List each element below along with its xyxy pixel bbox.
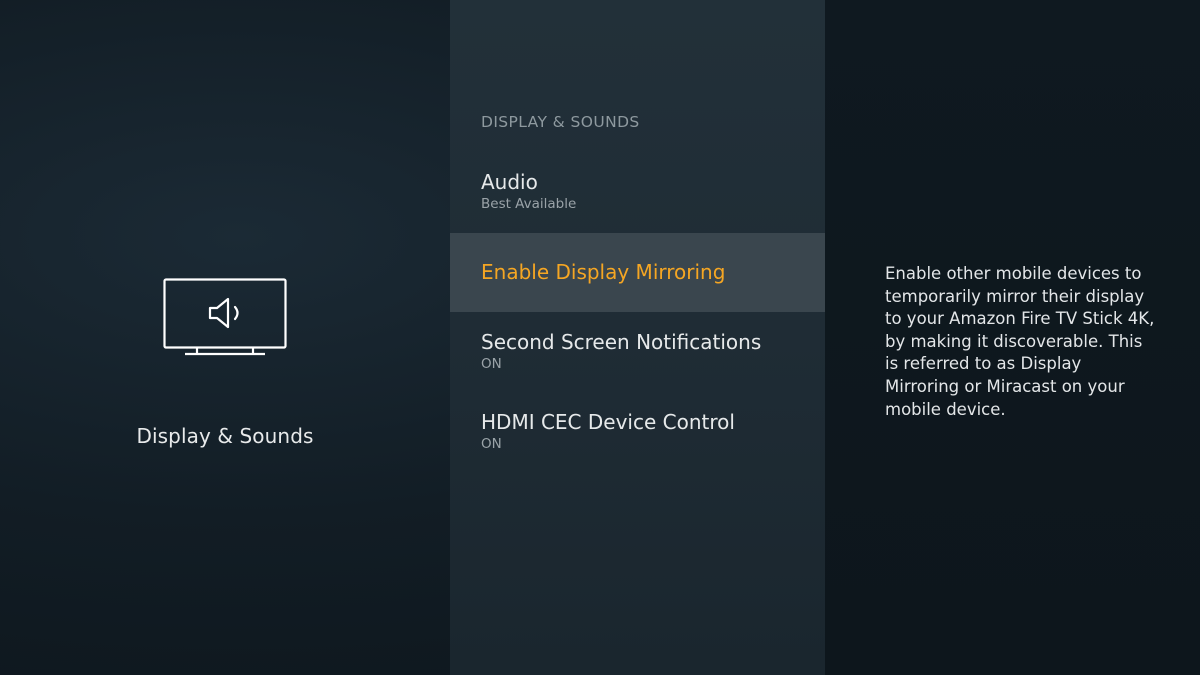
menu-item-subtitle: ON — [481, 356, 502, 372]
menu-item-subtitle: Best Available — [481, 196, 577, 212]
menu-item-subtitle: ON — [481, 436, 502, 452]
menu-item-title: Enable Display Mirroring — [481, 260, 726, 284]
settings-menu: DISPLAY & SOUNDS Audio Best Available En… — [450, 0, 825, 675]
menu-item-hdmi-cec-device-control[interactable]: HDMI CEC Device Control ON — [450, 410, 825, 466]
category-panel: Display & Sounds — [0, 0, 450, 675]
tv-speaker-icon — [163, 278, 287, 356]
description-panel: Enable other mobile devices to temporari… — [825, 0, 1200, 675]
fire-tv-settings-screen: Display & Sounds DISPLAY & SOUNDS Audio … — [0, 0, 1200, 675]
menu-item-audio[interactable]: Audio Best Available — [450, 170, 825, 226]
menu-heading: DISPLAY & SOUNDS — [481, 113, 640, 131]
menu-item-title: HDMI CEC Device Control — [481, 410, 735, 434]
menu-item-second-screen-notifications[interactable]: Second Screen Notifications ON — [450, 330, 825, 386]
menu-item-title: Second Screen Notifications — [481, 330, 762, 354]
menu-item-enable-display-mirroring[interactable]: Enable Display Mirroring — [450, 233, 825, 312]
menu-item-title: Audio — [481, 170, 538, 194]
item-description: Enable other mobile devices to temporari… — [885, 264, 1155, 419]
category-label: Display & Sounds — [136, 424, 314, 448]
